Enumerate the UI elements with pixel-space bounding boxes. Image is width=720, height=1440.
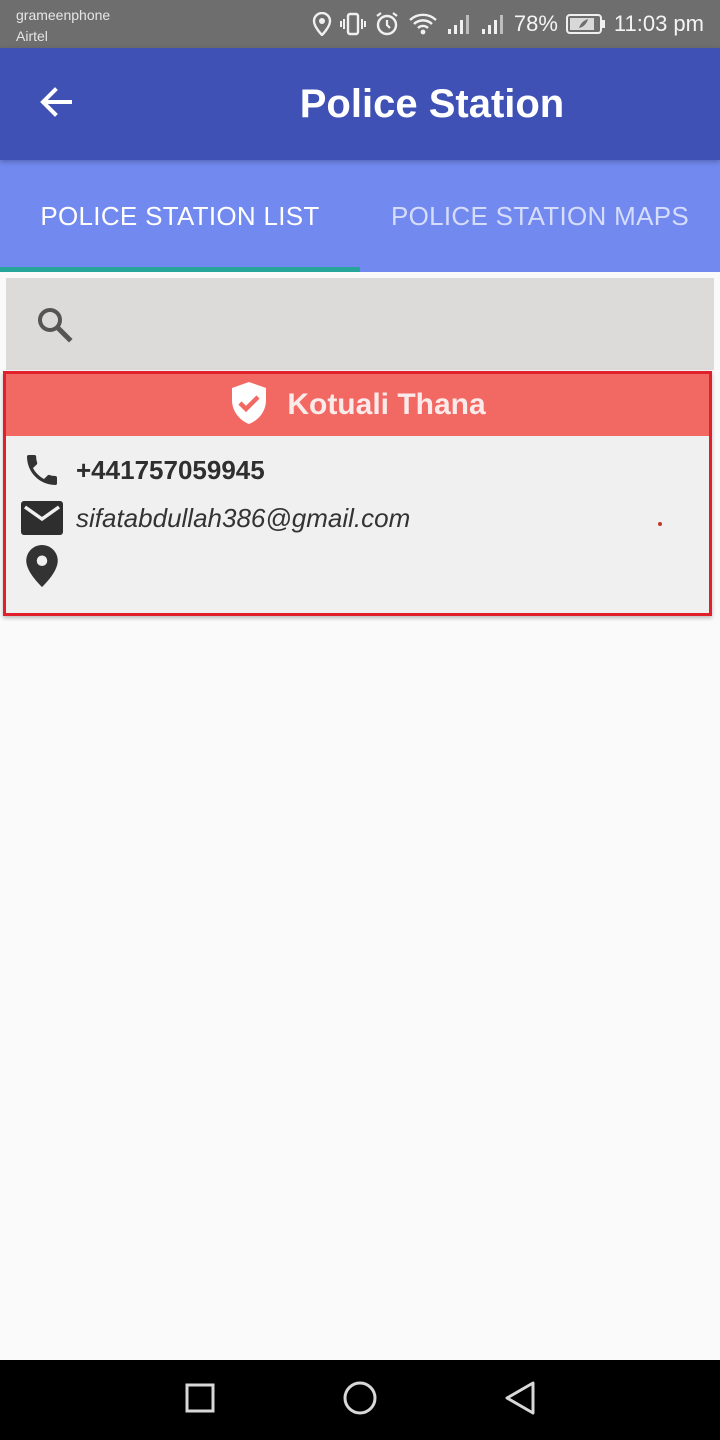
- phone-icon: [20, 448, 64, 492]
- signal-icon: [480, 12, 506, 36]
- clock: 11:03 pm: [613, 11, 704, 36]
- home-button[interactable]: [338, 1378, 382, 1422]
- carrier-info: grameenphone Airtel: [16, 5, 110, 47]
- tab-bar: POLICE STATION LIST POLICE STATION MAPS: [0, 160, 720, 272]
- station-phone: +441757059945: [76, 454, 265, 485]
- screen: grameenphone Airtel 78% 11:03 pm Police …: [0, 0, 720, 1440]
- recent-apps-button[interactable]: [178, 1378, 222, 1422]
- tab-police-station-list[interactable]: POLICE STATION LIST: [0, 160, 360, 272]
- page-title: Police Station: [299, 82, 565, 126]
- vibrate-icon: [339, 12, 366, 36]
- battery-percent: 78%: [513, 11, 558, 36]
- tab-label: POLICE STATION MAPS: [390, 200, 689, 231]
- tab-police-station-maps[interactable]: POLICE STATION MAPS: [360, 160, 720, 272]
- back-icon: [503, 1380, 537, 1421]
- email-icon: [20, 496, 64, 540]
- carrier-1: grameenphone: [16, 7, 111, 23]
- recent-apps-icon: [184, 1382, 216, 1419]
- station-email-row[interactable]: sifatabdullah386@gmail.com: [20, 496, 410, 540]
- nav-back-button[interactable]: [498, 1378, 542, 1422]
- system-nav-bar: [0, 1360, 720, 1440]
- station-card[interactable]: Kotuali Thana +441757059945 sifatabdulla…: [3, 371, 712, 616]
- alarm-icon: [374, 11, 400, 37]
- search-input[interactable]: [6, 278, 714, 370]
- station-email: sifatabdullah386@gmail.com: [76, 502, 411, 533]
- home-icon: [342, 1380, 378, 1421]
- wifi-icon: [408, 12, 438, 36]
- stray-dot: [658, 522, 662, 526]
- station-address-row[interactable]: [20, 544, 76, 588]
- carrier-2: Airtel: [16, 28, 48, 44]
- status-bar: grameenphone Airtel 78% 11:03 pm: [0, 0, 720, 48]
- tab-label: POLICE STATION LIST: [40, 200, 320, 231]
- battery-icon: [565, 13, 606, 35]
- search-icon: [34, 304, 74, 349]
- station-name: Kotuali Thana: [287, 388, 486, 421]
- tab-indicator: [0, 267, 360, 272]
- location-pin-icon: [20, 544, 64, 588]
- station-phone-row[interactable]: +441757059945: [20, 448, 265, 492]
- signal-icon: [446, 12, 472, 36]
- shield-check-icon: [229, 380, 269, 431]
- station-card-header: Kotuali Thana: [6, 374, 709, 436]
- location-icon: [312, 12, 332, 36]
- app-bar: Police Station: [0, 48, 720, 160]
- status-icons: 78% 11:03 pm: [312, 0, 704, 48]
